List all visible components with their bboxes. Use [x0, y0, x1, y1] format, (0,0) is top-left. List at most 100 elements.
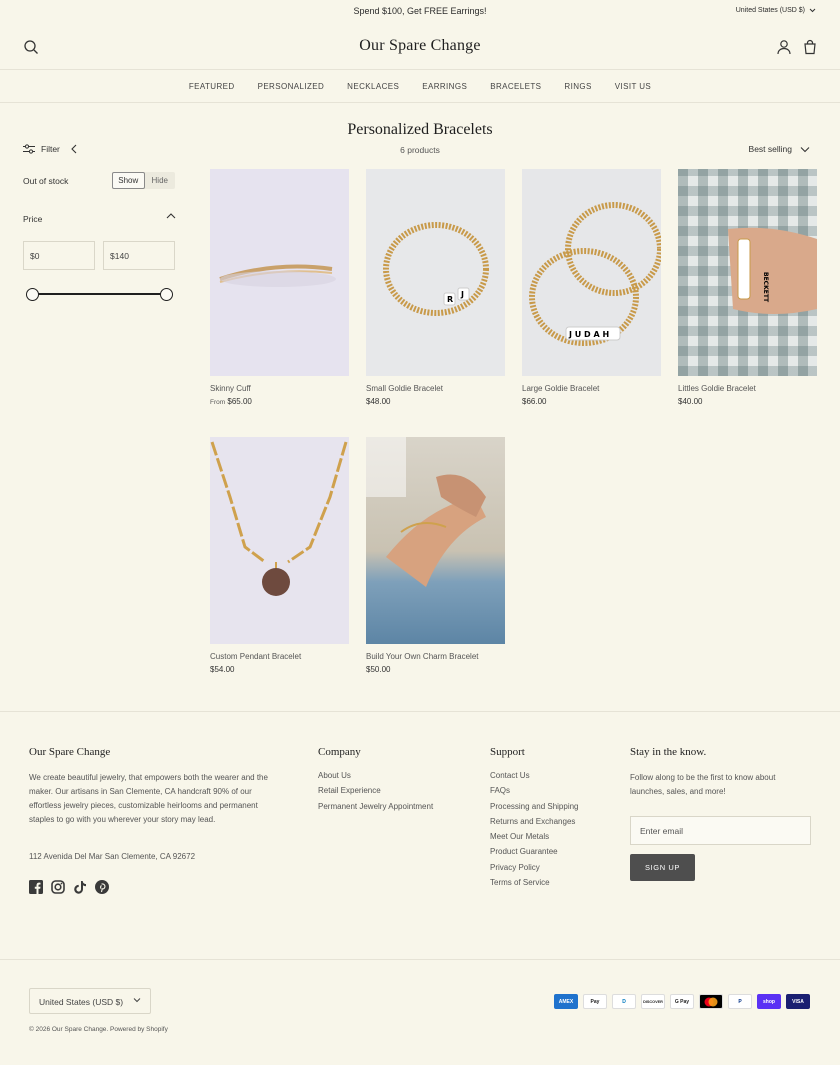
nav-item-personalized[interactable]: PERSONALIZED — [258, 82, 325, 91]
nav-item-featured[interactable]: FEATURED — [189, 82, 235, 91]
facebook-icon[interactable] — [29, 880, 43, 894]
product-price: $50.00 — [366, 665, 391, 674]
footer-about-text: We create beautiful jewelry, that empowe… — [29, 773, 268, 824]
price-min-input[interactable]: $0 — [23, 241, 95, 270]
footer-link-about-us[interactable]: About Us — [318, 771, 433, 780]
footer-link-retail-experience[interactable]: Retail Experience — [318, 786, 433, 795]
footer-link-returns[interactable]: Returns and Exchanges — [490, 817, 579, 826]
price-slider-max-handle[interactable] — [160, 288, 173, 301]
footer-about-title: Our Spare Change — [29, 746, 111, 758]
nav-item-necklaces[interactable]: NECKLACES — [347, 82, 399, 91]
product-image[interactable] — [210, 437, 349, 644]
footer-link-guarantee[interactable]: Product Guarantee — [490, 847, 579, 856]
chevron-down-icon — [809, 8, 816, 13]
footer-support-title: Support — [490, 746, 525, 758]
diners-club-icon: D — [612, 994, 636, 1009]
apple-pay-icon: Pay — [583, 994, 607, 1009]
signup-button[interactable]: SIGN UP — [630, 854, 695, 881]
google-pay-icon: G Pay — [670, 994, 694, 1009]
price-from: From — [210, 399, 226, 406]
email-field[interactable]: Enter email — [630, 816, 811, 845]
nav-item-rings[interactable]: RINGS — [564, 82, 591, 91]
chevron-down-icon — [133, 998, 141, 1003]
product-price: $54.00 — [210, 665, 235, 674]
chain-illustration — [210, 441, 348, 596]
product-name[interactable]: Littles Goldie Bracelet — [678, 384, 817, 393]
announcement-bar: Spend $100, Get FREE Earrings! United St… — [0, 0, 840, 24]
footer-address: 112 Avenida Del Mar San Clemente, CA 926… — [29, 852, 196, 861]
product-image[interactable]: BECKETT — [678, 169, 817, 376]
product-price: $40.00 — [678, 397, 703, 406]
cart-icon[interactable] — [802, 39, 818, 55]
chevron-up-icon[interactable] — [166, 212, 176, 220]
price-slider-min-handle[interactable] — [26, 288, 39, 301]
site-header: Our Spare Change — [0, 24, 840, 70]
show-option[interactable]: Show — [112, 172, 145, 189]
chevron-down-icon — [800, 146, 810, 152]
product-card[interactable]: R J Small Goldie Bracelet $48.00 — [366, 169, 505, 406]
tiktok-icon[interactable] — [73, 880, 87, 894]
sort-dropdown[interactable]: Best selling — [749, 144, 810, 154]
svg-text:BECKETT: BECKETT — [762, 272, 769, 303]
product-price: $66.00 — [522, 397, 547, 406]
shop-pay-icon: shop — [757, 994, 781, 1009]
price-value: $65.00 — [227, 397, 252, 406]
product-card[interactable]: Build Your Own Charm Bracelet $50.00 — [366, 437, 505, 674]
payment-icons: AMEX Pay D DISCOVER G Pay P shop VISA — [554, 994, 810, 1009]
out-of-stock-toggle: Show Hide — [112, 172, 175, 189]
footer-link-terms[interactable]: Terms of Service — [490, 878, 579, 887]
price-max-input[interactable]: $140 — [103, 241, 175, 270]
footer-divider — [0, 711, 840, 712]
main-nav: FEATURED PERSONALIZED NECKLACES EARRINGS… — [0, 70, 840, 103]
social-links — [29, 880, 109, 894]
instagram-icon[interactable] — [51, 880, 65, 894]
newsletter-title: Stay in the know. — [630, 746, 707, 758]
account-icon[interactable] — [776, 39, 792, 55]
amex-icon: AMEX — [554, 994, 578, 1009]
product-image[interactable] — [366, 437, 505, 644]
product-card[interactable]: BECKETT Littles Goldie Bracelet $40.00 — [678, 169, 817, 406]
footer-link-faqs[interactable]: FAQs — [490, 786, 579, 795]
announcement-message: Spend $100, Get FREE Earrings! — [353, 6, 487, 16]
footer-link-contact[interactable]: Contact Us — [490, 771, 579, 780]
product-image[interactable]: R J — [366, 169, 505, 376]
product-image[interactable]: J U D A H — [522, 169, 661, 376]
product-name[interactable]: Skinny Cuff — [210, 384, 349, 393]
svg-text:J U D A H: J U D A H — [568, 330, 609, 339]
pinterest-icon[interactable] — [95, 880, 109, 894]
filter-toggle[interactable]: Filter — [23, 144, 78, 154]
currency-selector-top[interactable]: United States (USD $) — [736, 7, 816, 14]
nav-item-bracelets[interactable]: BRACELETS — [490, 82, 541, 91]
hide-option[interactable]: Hide — [145, 172, 176, 189]
currency-label: United States (USD $) — [735, 7, 805, 14]
product-card[interactable]: Custom Pendant Bracelet $54.00 — [210, 437, 349, 674]
product-price: From $65.00 — [210, 397, 349, 406]
product-name[interactable]: Small Goldie Bracelet — [366, 384, 505, 393]
sliders-icon — [23, 144, 35, 154]
product-name[interactable]: Large Goldie Bracelet — [522, 384, 661, 393]
footer-link-metals[interactable]: Meet Our Metals — [490, 832, 579, 841]
currency-selector[interactable]: United States (USD $) — [29, 988, 151, 1014]
footer-company-links: About Us Retail Experience Permanent Jew… — [318, 771, 433, 811]
mastercard-circles — [704, 997, 718, 1006]
price-label[interactable]: Price — [23, 214, 42, 224]
nav-item-earrings[interactable]: EARRINGS — [422, 82, 467, 91]
product-card[interactable]: Skinny Cuff From $65.00 — [210, 169, 349, 406]
footer-support-links: Contact Us FAQs Processing and Shipping … — [490, 771, 579, 887]
svg-text:R: R — [447, 295, 453, 304]
product-card[interactable]: J U D A H Large Goldie Bracelet $66.00 — [522, 169, 661, 406]
footer-link-privacy[interactable]: Privacy Policy — [490, 863, 579, 872]
site-logo[interactable]: Our Spare Change — [0, 37, 840, 55]
nav-item-visit-us[interactable]: VISIT US — [615, 82, 651, 91]
price-slider-track[interactable] — [32, 293, 166, 295]
product-name[interactable]: Custom Pendant Bracelet — [210, 652, 349, 661]
min-value: 0 — [34, 251, 40, 261]
product-image[interactable] — [210, 169, 349, 376]
visa-icon: VISA — [786, 994, 810, 1009]
footer-link-shipping[interactable]: Processing and Shipping — [490, 802, 579, 811]
svg-text:J: J — [460, 290, 464, 299]
product-name[interactable]: Build Your Own Charm Bracelet — [366, 652, 505, 661]
currency-value: United States (USD $) — [39, 997, 124, 1007]
paypal-icon: P — [728, 994, 752, 1009]
footer-link-permanent-jewelry[interactable]: Permanent Jewelry Appointment — [318, 802, 433, 811]
